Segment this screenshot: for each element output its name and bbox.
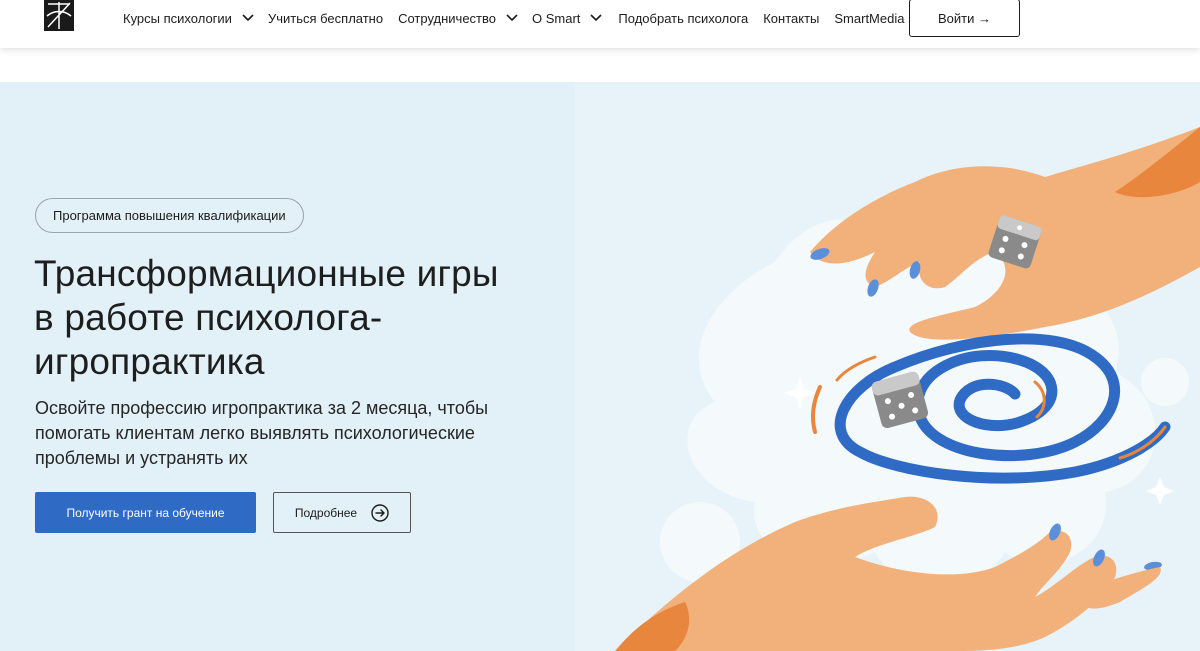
chevron-down-icon xyxy=(506,14,518,22)
nav-item-contacts[interactable]: Контакты xyxy=(763,11,819,26)
hands-dice-illustration xyxy=(615,127,1200,651)
login-button[interactable]: Войти → xyxy=(909,0,1020,37)
nav-item-label: Учиться бесплатно xyxy=(267,10,384,26)
arrow-right-circle-icon xyxy=(371,503,389,522)
nav-item-label: SmartMedia xyxy=(834,10,905,26)
nav-item-label: Курсы психологии xyxy=(123,10,232,26)
title-line: игропрактика xyxy=(34,341,265,382)
nav-item-label: Сотрудничество xyxy=(398,10,497,26)
site-header: Курсы психологии Учиться бесплатно Сотру… xyxy=(0,0,1200,48)
get-grant-button[interactable]: Получить грант на обучение xyxy=(35,492,256,533)
hero-subtitle: Освойте профессию игропрактика за 2 меся… xyxy=(35,396,555,471)
subtitle-line: Освойте профессию игропрактика за 2 меся… xyxy=(35,398,489,418)
smart-logo-icon[interactable] xyxy=(44,0,74,31)
nav-item-learn-free[interactable]: Учиться бесплатно xyxy=(268,11,383,26)
nav-item-cooperation[interactable]: Сотрудничество xyxy=(398,11,518,26)
chevron-down-icon xyxy=(590,14,602,22)
main-nav: Курсы психологии Учиться бесплатно Сотру… xyxy=(123,0,927,36)
chevron-down-icon xyxy=(242,14,254,22)
page-title: Трансформационные игры в работе психолог… xyxy=(34,252,574,384)
nav-item-find-psychologist[interactable]: Подобрать психолога xyxy=(618,11,748,26)
nav-item-label: Подобрать психолога xyxy=(618,10,749,26)
subtitle-line: проблемы и устранять их xyxy=(35,448,248,468)
hero-section: Программа повышения квалификации Трансфо… xyxy=(0,82,1200,651)
hero-illustration xyxy=(575,82,1200,651)
title-line: в работе психолога- xyxy=(34,297,383,338)
more-details-label: Подробнее xyxy=(294,505,358,520)
title-line: Трансформационные игры xyxy=(34,253,499,294)
program-badge: Программа повышения квалификации xyxy=(35,198,304,233)
subtitle-line: помогать клиентам легко выявлять психоло… xyxy=(35,423,475,443)
nav-item-courses[interactable]: Курсы психологии xyxy=(123,11,254,26)
more-details-button[interactable]: Подробнее xyxy=(273,492,411,533)
nav-item-about[interactable]: О Smart xyxy=(532,11,602,26)
nav-item-label: О Smart xyxy=(532,10,581,26)
nav-item-label: Контакты xyxy=(763,10,820,26)
